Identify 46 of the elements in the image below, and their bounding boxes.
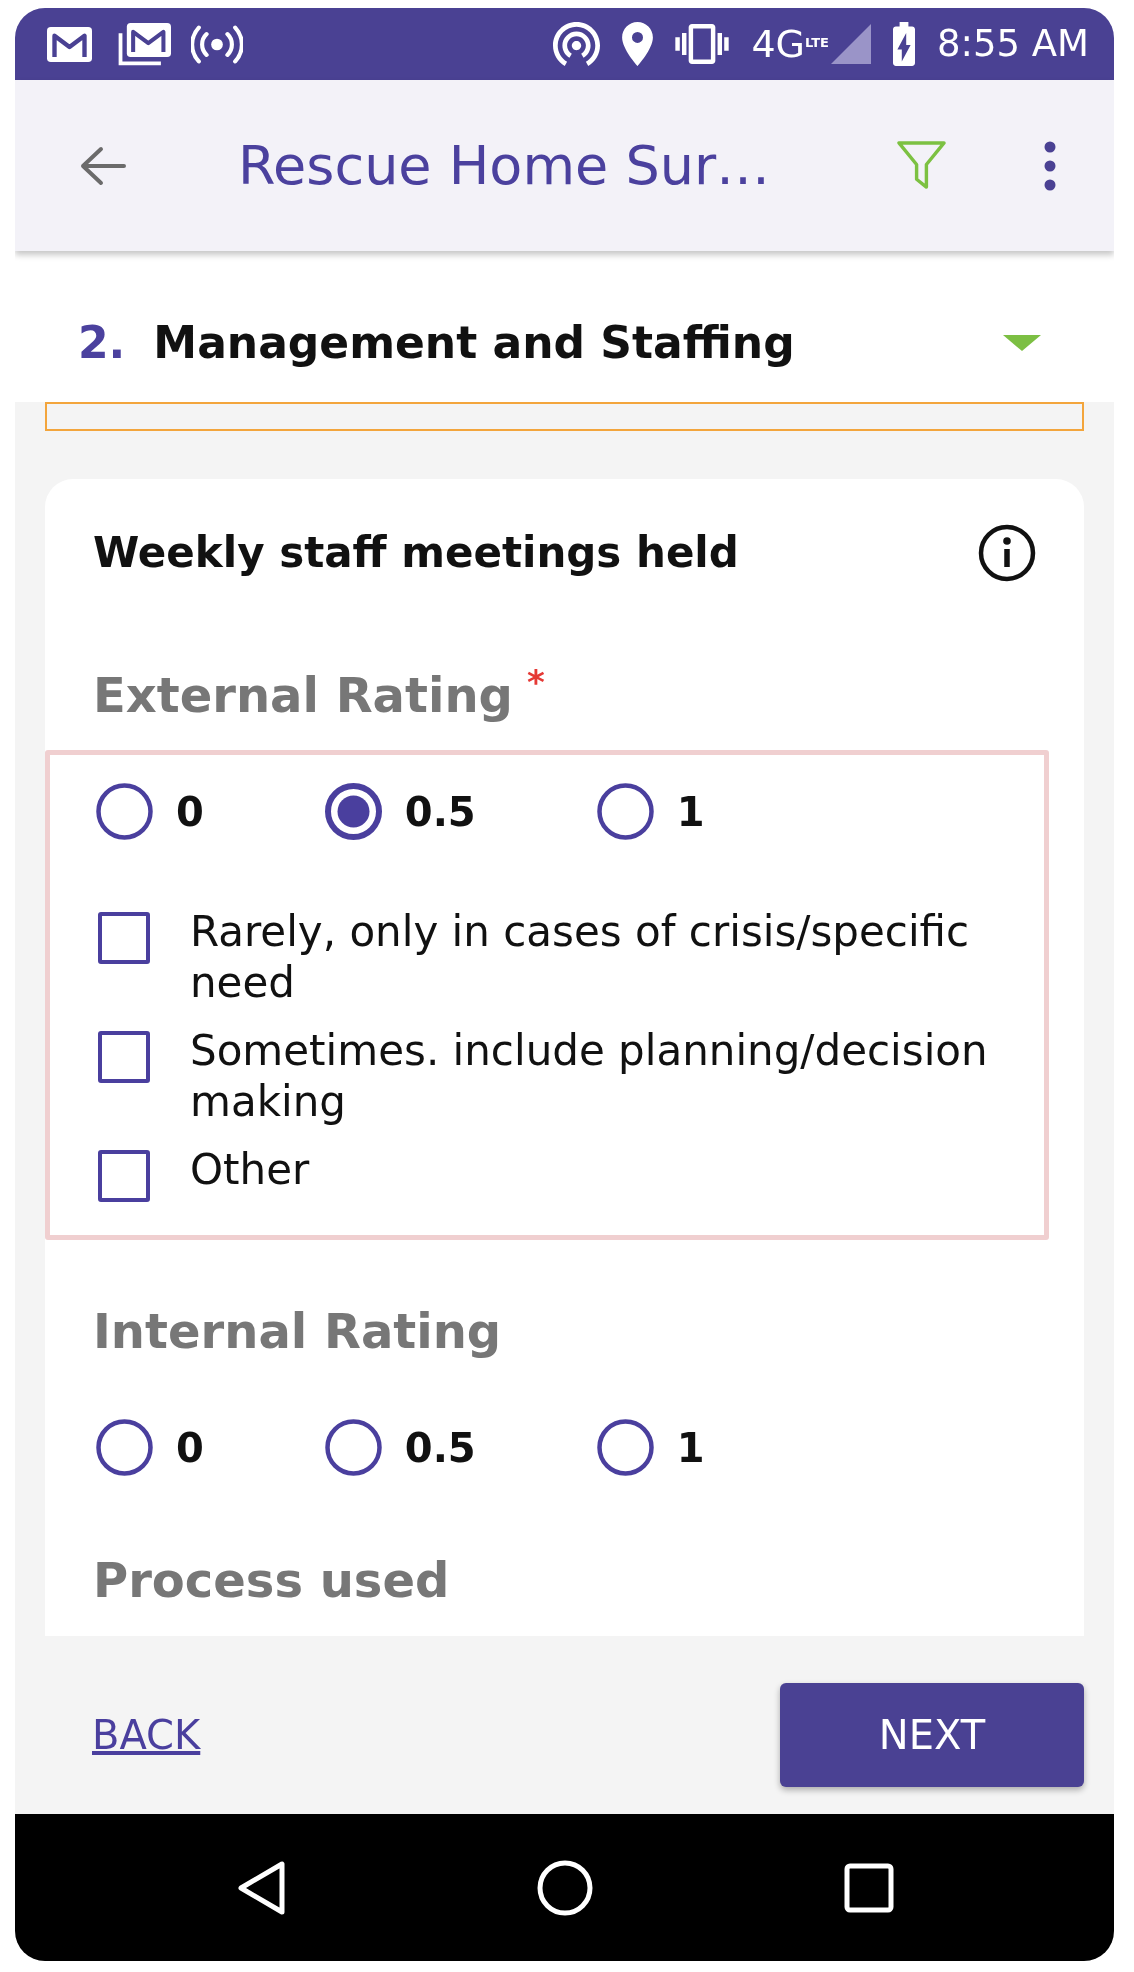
broadcast-icon [191,24,243,64]
radio-button[interactable] [96,783,153,840]
more-options-icon[interactable] [1044,140,1056,191]
signal-icon [830,24,871,64]
vibrate-icon [675,24,730,64]
option-label: 0.5 [404,787,476,836]
field-label: External Rating [93,667,513,723]
radio-button[interactable] [596,783,654,840]
radio-button[interactable] [596,1419,654,1476]
option-label: 1 [676,787,705,836]
back-triangle-icon[interactable] [235,1859,286,1916]
checkbox-label: Sometimes. include planning/decision making [190,1025,989,1127]
option-label: 0 [176,1423,204,1472]
checkbox-label: Rarely, only in cases of crisis/specific need [190,906,971,1008]
section-number: 2. [78,316,126,369]
section-title: Management and Staffing [153,316,795,369]
checkbox-label: Other [190,1144,310,1195]
question-title: Weekly staff meetings held [93,528,739,578]
checkbox[interactable] [98,1031,150,1083]
stacked-mail-icon [118,22,171,66]
screen-title: Rescue Home Sur… [238,133,771,198]
clock-time: 8:55 AM [936,22,1089,66]
home-circle-icon[interactable] [536,1859,593,1916]
radio-button[interactable] [96,1419,153,1476]
field-label: Internal Rating [93,1303,502,1359]
option-label: 0.5 [404,1423,476,1472]
checkbox[interactable] [98,912,150,964]
next-button[interactable]: NEXT [780,1683,1084,1787]
checkbox[interactable] [98,1150,150,1202]
battery-charging-icon [892,22,915,66]
recents-square-icon[interactable] [843,1862,894,1913]
section-header[interactable]: 2. Management and Staffing [15,251,1114,402]
required-mark: * [526,665,545,699]
radio-button[interactable] [324,1419,382,1476]
network-type-label: 4G [751,22,805,66]
mail-icon [47,26,92,62]
location-pin-icon [622,22,654,66]
option-label: 0 [176,787,204,836]
network-type-superscript: LTE [805,36,829,50]
info-icon[interactable] [978,524,1036,582]
back-arrow-icon[interactable] [78,145,126,186]
back-link[interactable]: BACK [92,1711,201,1759]
field-label: Process used [93,1552,450,1608]
option-label: 1 [676,1423,705,1472]
hotspot-icon [553,22,601,66]
radio-button[interactable] [324,783,382,840]
